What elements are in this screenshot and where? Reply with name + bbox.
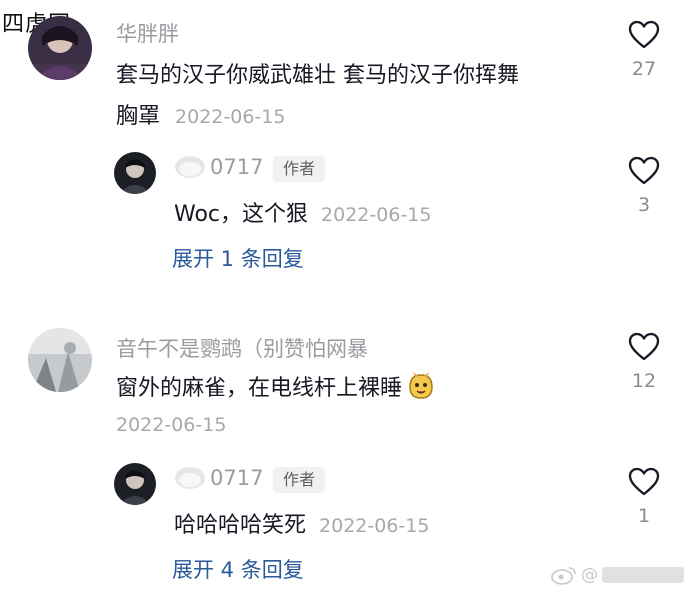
- avatar[interactable]: [28, 16, 92, 80]
- comment-username[interactable]: 华胖胖: [116, 18, 179, 48]
- profile-badge-icon: [175, 467, 205, 489]
- avatar[interactable]: [114, 463, 156, 505]
- reply-text: Woc，这个狠 2022-06-15: [174, 202, 432, 227]
- author-badge: 作者: [273, 467, 326, 493]
- expand-replies-button[interactable]: 展开 1 条回复: [172, 243, 304, 273]
- comment-username[interactable]: 音午不是鹦鹉（别赞怕网暴: [116, 333, 368, 363]
- like-button[interactable]: 3: [622, 156, 666, 216]
- comment-text: 窗外的麻雀，在电线杆上裸睡: [116, 370, 436, 402]
- reply-date: 2022-06-15: [319, 515, 430, 537]
- comment-date: 2022-06-15: [175, 106, 286, 128]
- heart-icon: [628, 467, 660, 496]
- heart-icon: [628, 20, 660, 49]
- like-count: 3: [637, 194, 651, 216]
- like-button[interactable]: 27: [622, 20, 666, 80]
- like-count: 27: [631, 58, 657, 80]
- weibo-logo-icon: [551, 567, 576, 585]
- comment-text: 套马的汉子你威武雄壮 套马的汉子你挥舞: [116, 63, 519, 88]
- expand-replies-button[interactable]: 展开 4 条回复: [172, 554, 304, 584]
- like-count: 1: [637, 505, 651, 527]
- like-count: 12: [631, 370, 657, 392]
- heart-icon: [628, 332, 660, 361]
- heart-icon: [628, 156, 660, 185]
- reply-date: 2022-06-15: [321, 204, 432, 226]
- reply-username[interactable]: 0717: [174, 465, 263, 491]
- author-badge: 作者: [273, 156, 326, 182]
- sticker-emoji-icon: [409, 372, 433, 399]
- like-button[interactable]: 12: [622, 332, 666, 392]
- avatar[interactable]: [28, 328, 92, 392]
- avatar[interactable]: [114, 152, 156, 194]
- watermark-blur: [602, 567, 684, 583]
- weibo-watermark: @: [551, 565, 684, 585]
- reply-text: 哈哈哈哈笑死 2022-06-15: [174, 513, 430, 538]
- reply-username[interactable]: 0717: [174, 154, 263, 180]
- profile-badge-icon: [175, 156, 205, 178]
- comment-date: 2022-06-15: [116, 414, 227, 436]
- like-button[interactable]: 1: [622, 467, 666, 527]
- comment-text-line2: 胸罩 2022-06-15: [116, 104, 286, 129]
